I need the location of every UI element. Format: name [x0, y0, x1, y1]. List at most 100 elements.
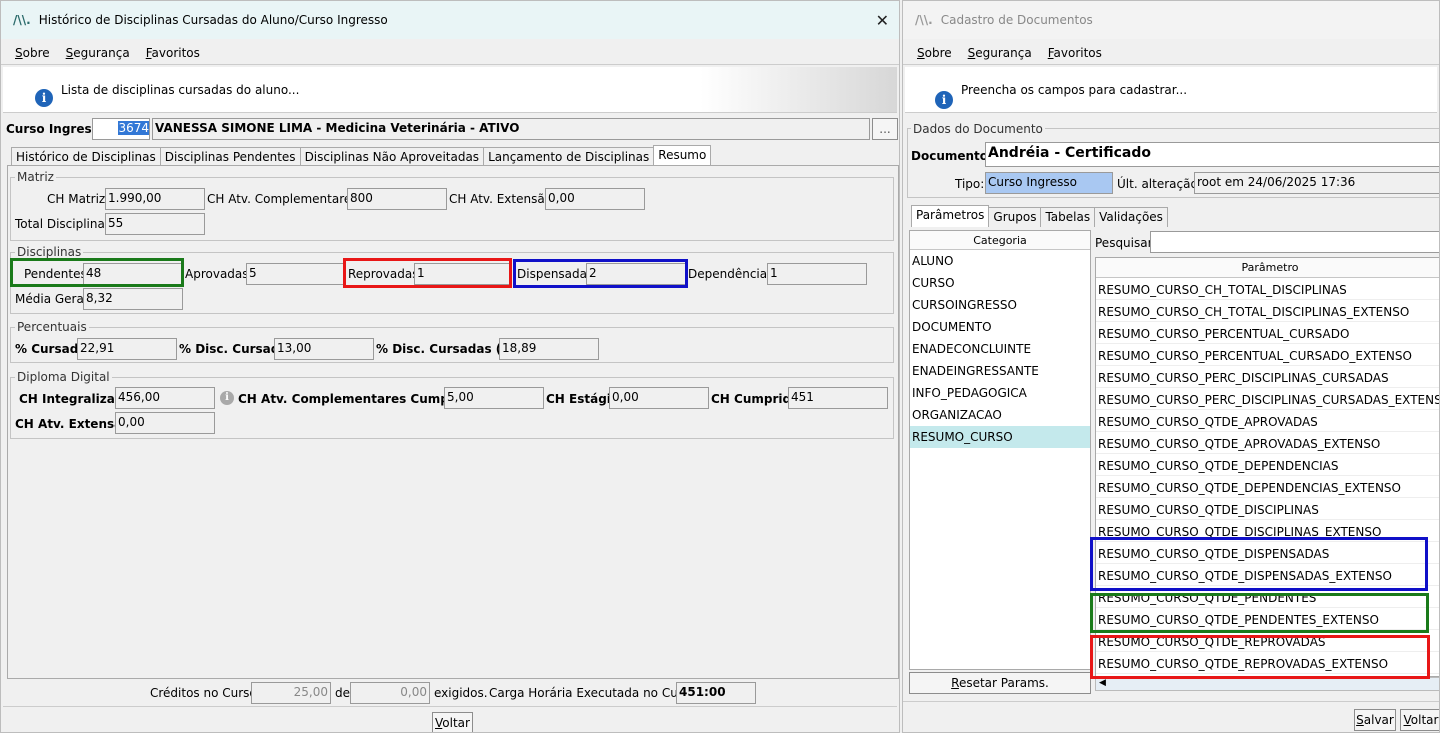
list-item-selected[interactable]: RESUMO_CURSO — [910, 426, 1090, 448]
highlight-pendentes — [10, 258, 184, 287]
percentuais-title: Percentuais — [15, 320, 89, 334]
table-row[interactable]: RESUMO_CURSO_PERC_DISCIPLINAS_CURSADAS_E… — [1096, 388, 1439, 410]
categoria-header: Categoria — [910, 231, 1090, 250]
list-item[interactable]: ENADEINGRESSANTE — [910, 360, 1090, 382]
dependencias-field: 1 — [767, 263, 867, 285]
menu-seguranca[interactable]: Segurança — [66, 46, 130, 60]
tab-strip: Histórico de Disciplinas Disciplinas Pen… — [11, 145, 712, 167]
menu-bar: Sobre Segurança Favoritos — [903, 41, 1439, 65]
menu-favoritos[interactable]: Favoritos — [146, 46, 200, 60]
total-disciplinas-label: Total Disciplinas: — [15, 217, 116, 231]
categoria-list[interactable]: Categoria ALUNO CURSO CURSOINGRESSO DOCU… — [909, 230, 1091, 670]
highlight-dispensadas — [1090, 537, 1428, 591]
ult-alteracao-field: root em 24/06/2025 17:36 — [1194, 172, 1439, 194]
info-bar: Lista de disciplinas cursadas do aluno..… — [3, 67, 897, 113]
dados-documento-title: Dados do Documento — [911, 122, 1045, 136]
window-title: Histórico de Disciplinas Cursadas do Alu… — [38, 13, 388, 27]
ult-alteracao-label: Últ. alteração: — [1117, 177, 1202, 191]
tab-validacoes[interactable]: Validações — [1094, 207, 1168, 227]
table-row[interactable]: RESUMO_CURSO_PERC_DISCIPLINAS_CURSADAS — [1096, 366, 1439, 388]
footer-divider — [3, 706, 897, 707]
media-geral-label: Média Geral: — [15, 292, 92, 306]
tab-parametros[interactable]: Parâmetros — [911, 205, 990, 227]
table-row[interactable]: RESUMO_CURSO_QTDE_APROVADAS — [1096, 410, 1439, 432]
table-row[interactable]: RESUMO_CURSO_QTDE_DEPENDENCIAS_EXTENSO — [1096, 476, 1439, 498]
menu-sobre[interactable]: Sobre — [917, 46, 952, 60]
ch-atv-extensao-field: 0,00 — [115, 412, 215, 434]
media-geral-field: 8,32 — [83, 288, 183, 310]
ch-matriz-field: 1.990,00 — [105, 188, 205, 210]
ch-ext-field: 0,00 — [545, 188, 645, 210]
carga-horaria-label: Carga Horária Executada no Curso: — [489, 686, 701, 700]
info-small-icon[interactable]: i — [220, 391, 234, 405]
tab-resumo[interactable]: Resumo — [653, 145, 712, 167]
parametro-header: Parâmetro — [1096, 258, 1439, 278]
tab-historico[interactable]: Histórico de Disciplinas — [11, 147, 161, 167]
voltar-button[interactable]: Voltar — [432, 712, 473, 732]
historico-window: /\\. Histórico de Disciplinas Cursadas d… — [0, 0, 900, 733]
info-icon: i — [935, 91, 953, 109]
ellipsis-button[interactable]: ... — [872, 118, 898, 140]
ch-integralizada-field: 456,00 — [115, 387, 215, 409]
list-item[interactable]: CURSOINGRESSO — [910, 294, 1090, 316]
disc-cursadas-field: 13,00 — [274, 338, 374, 360]
menu-seguranca[interactable]: Segurança — [968, 46, 1032, 60]
list-item[interactable]: INFO_PEDAGOGICA — [910, 382, 1090, 404]
exigidos-label: exigidos. — [434, 686, 488, 700]
pesquisar-label: Pesquisar: — [1095, 236, 1157, 250]
ch-comp-cumpridas-field: 5,00 — [444, 387, 544, 409]
title-bar: /\\. Cadastro de Documentos — [903, 1, 1439, 39]
highlight-pendentes — [1090, 593, 1429, 633]
salvar-button[interactable]: Salvar — [1354, 709, 1396, 731]
tipo-label: Tipo: — [955, 177, 985, 191]
pesquisar-input[interactable] — [1150, 231, 1439, 253]
window-title: Cadastro de Documentos — [940, 13, 1093, 27]
table-row[interactable]: RESUMO_CURSO_QTDE_DEPENDENCIAS — [1096, 454, 1439, 476]
tab-pendentes[interactable]: Disciplinas Pendentes — [159, 147, 301, 167]
footer-divider — [903, 701, 1439, 702]
table-row[interactable]: RESUMO_CURSO_PERCENTUAL_CURSADO — [1096, 322, 1439, 344]
ch-ext-label: CH Atv. Extensão: — [449, 192, 557, 206]
documento-label: Documento: — [911, 149, 993, 163]
voltar-button[interactable]: Voltar — [1400, 709, 1439, 731]
info-message: Lista de disciplinas cursadas do aluno..… — [61, 82, 300, 97]
horizontal-scrollbar[interactable]: ◀ — [1095, 677, 1439, 691]
menu-sobre[interactable]: Sobre — [15, 46, 50, 60]
ch-cumprida-field: 451 — [788, 387, 888, 409]
tab-grupos[interactable]: Grupos — [988, 207, 1042, 227]
tab-nao-aproveitadas[interactable]: Disciplinas Não Aproveitadas — [299, 147, 485, 167]
app-logo-icon: /\\. — [915, 13, 933, 27]
aprovadas-label: Aprovadas: — [185, 267, 253, 281]
tab-tabelas[interactable]: Tabelas — [1040, 207, 1096, 227]
disc-cursadas-hr-field: 18,89 — [499, 338, 599, 360]
app-logo-icon: /\\. — [13, 13, 31, 27]
documento-input[interactable]: Andréia - Certificado — [985, 142, 1439, 167]
list-item[interactable]: ALUNO — [910, 250, 1090, 272]
creditos-label: Créditos no Curso: — [150, 686, 261, 700]
scroll-left-icon[interactable]: ◀ — [1099, 678, 1106, 688]
close-icon[interactable]: ✕ — [876, 11, 889, 30]
dependencias-label: Dependências: — [688, 267, 778, 281]
table-row[interactable]: RESUMO_CURSO_CH_TOTAL_DISCIPLINAS_EXTENS… — [1096, 300, 1439, 322]
table-row[interactable]: RESUMO_CURSO_QTDE_APROVADAS_EXTENSO — [1096, 432, 1439, 454]
carga-horaria-field: 451:00 — [676, 682, 756, 704]
info-message: Preencha os campos para cadastrar... — [961, 82, 1188, 97]
list-item[interactable]: ENADECONCLUINTE — [910, 338, 1090, 360]
aprovadas-field: 5 — [246, 263, 346, 285]
title-bar: /\\. Histórico de Disciplinas Cursadas d… — [1, 1, 899, 39]
menu-favoritos[interactable]: Favoritos — [1048, 46, 1102, 60]
curso-code-field[interactable]: 3674 — [92, 118, 150, 140]
exigidos-field: 0,00 — [350, 682, 430, 704]
diploma-title: Diploma Digital — [15, 370, 112, 384]
table-row[interactable]: RESUMO_CURSO_QTDE_DISCIPLINAS — [1096, 498, 1439, 520]
list-item[interactable]: ORGANIZACAO — [910, 404, 1090, 426]
table-row[interactable]: RESUMO_CURSO_PERCENTUAL_CURSADO_EXTENSO — [1096, 344, 1439, 366]
resetar-params-button[interactable]: Resetar Params. — [909, 672, 1091, 694]
tipo-field[interactable]: Curso Ingresso — [985, 172, 1113, 194]
list-item[interactable]: DOCUMENTO — [910, 316, 1090, 338]
table-row[interactable]: RESUMO_CURSO_CH_TOTAL_DISCIPLINAS — [1096, 278, 1439, 300]
tab-lancamento[interactable]: Lançamento de Disciplinas — [483, 147, 655, 167]
de-label: de — [335, 686, 350, 700]
list-item[interactable]: CURSO — [910, 272, 1090, 294]
ch-comp-field: 800 — [347, 188, 447, 210]
